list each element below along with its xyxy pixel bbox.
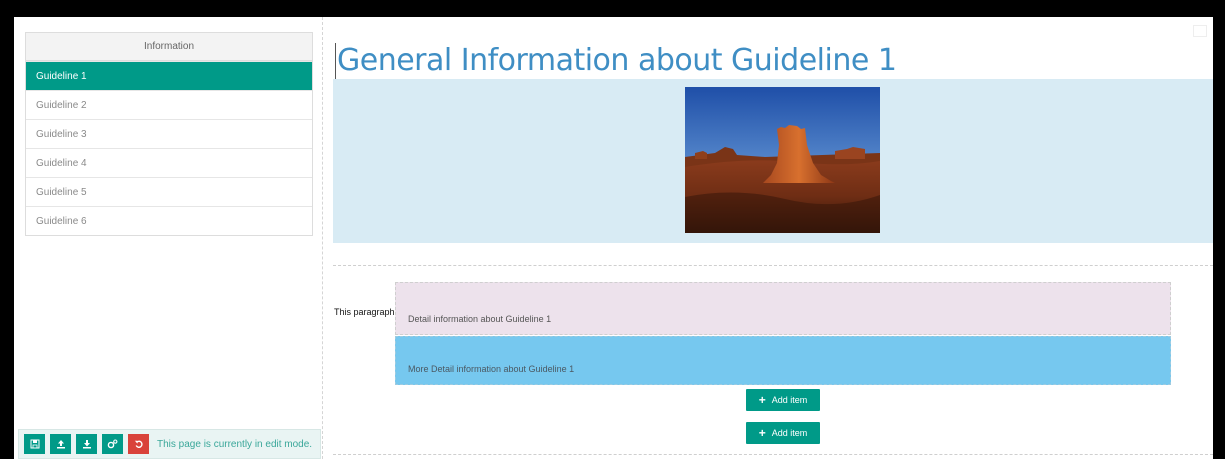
plus-icon: + (758, 393, 766, 407)
undo-icon (134, 440, 143, 448)
column-divider (322, 17, 323, 459)
sidebar-item-guideline-1[interactable]: Guideline 1 (26, 61, 312, 90)
add-item-button-2[interactable]: + Add item (746, 422, 820, 444)
undo-button[interactable] (128, 434, 149, 454)
bottom-divider (333, 454, 1213, 455)
detail-item-1[interactable]: Detail information about Guideline 1 (395, 282, 1171, 335)
sidebar-item-guideline-3[interactable]: Guideline 3 (26, 119, 312, 148)
desert-mesa-image (685, 87, 880, 233)
download-icon (82, 440, 91, 449)
download-button[interactable] (76, 434, 97, 454)
detail-item-1-text: Detail information about Guideline 1 (408, 314, 552, 324)
content-area: General Information about Guideline 1 Th… (333, 17, 1213, 459)
sidebar-header: Information (26, 33, 312, 61)
hero-panel[interactable]: This paragraph describes general informa… (333, 79, 1213, 317)
edit-toolbar: This page is currently in edit mode. (18, 429, 321, 459)
add-item-button[interactable]: + Add item (746, 389, 820, 411)
upload-icon (56, 440, 65, 449)
sidebar-item-guideline-5[interactable]: Guideline 5 (26, 177, 312, 206)
app-frame: Information Guideline 1 Guideline 2 Guid… (14, 17, 1213, 459)
page-title[interactable]: General Information about Guideline 1 (335, 43, 897, 79)
upload-button[interactable] (50, 434, 71, 454)
detail-item-2[interactable]: More Detail information about Guideline … (395, 336, 1171, 385)
settings-button[interactable] (102, 434, 123, 454)
add-item-label: Add item (771, 395, 808, 405)
sidebar-item-guideline-2[interactable]: Guideline 2 (26, 90, 312, 119)
section-divider (333, 265, 1213, 266)
plus-icon: + (758, 426, 766, 440)
sidebar-item-guideline-4[interactable]: Guideline 4 (26, 148, 312, 177)
edit-mode-status: This page is currently in edit mode. (157, 438, 313, 450)
add-item-label-2: Add item (771, 428, 808, 438)
sidebar-item-guideline-6[interactable]: Guideline 6 (26, 206, 312, 235)
detail-item-2-text: More Detail information about Guideline … (408, 364, 575, 374)
settings-icon (107, 439, 118, 449)
sidebar: Information Guideline 1 Guideline 2 Guid… (25, 32, 313, 236)
save-icon (30, 439, 39, 449)
save-button[interactable] (24, 434, 45, 454)
corner-handle (1193, 25, 1207, 37)
